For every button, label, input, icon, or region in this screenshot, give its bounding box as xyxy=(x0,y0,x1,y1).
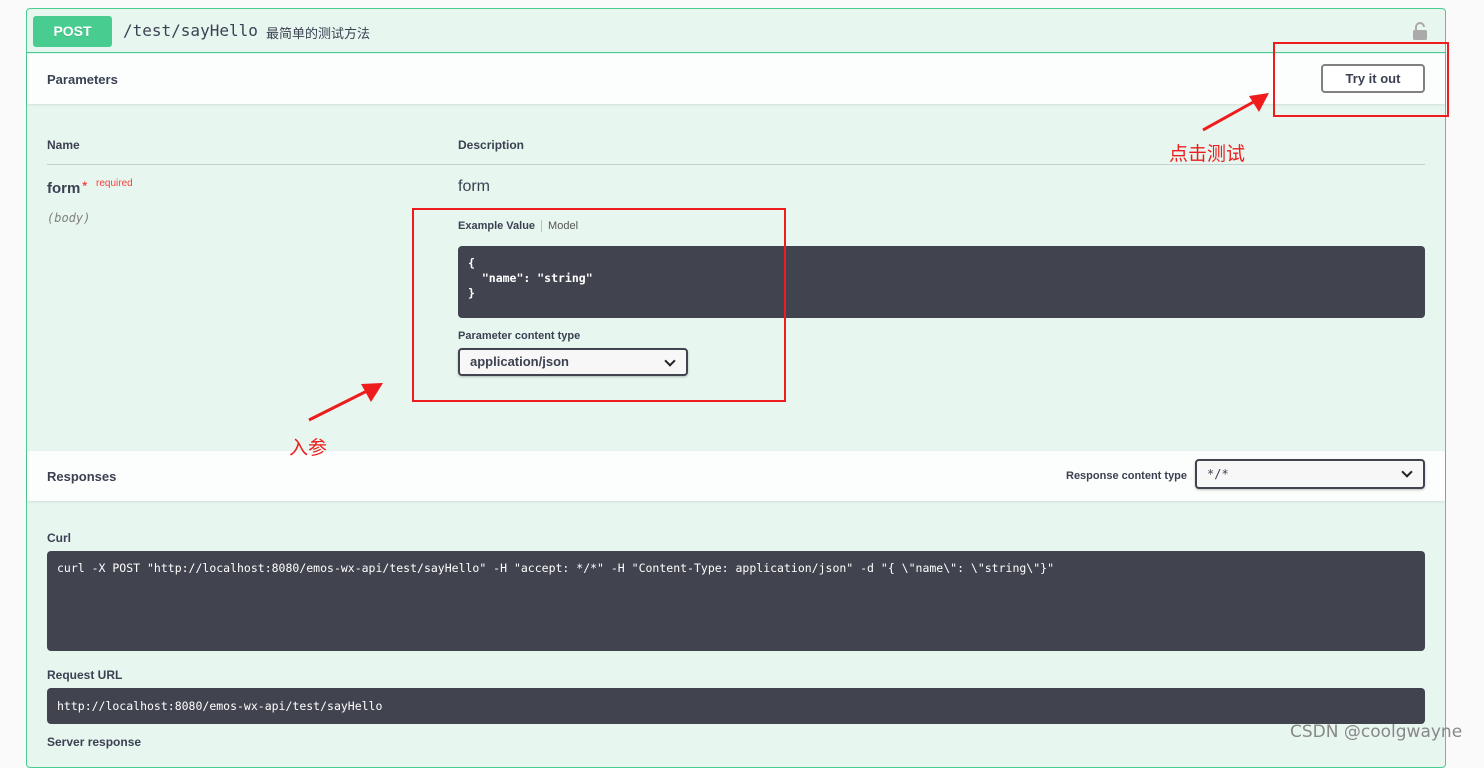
chevron-down-icon xyxy=(1401,466,1413,478)
operation-summary[interactable]: POST /test/sayHello 最简单的测试方法 xyxy=(27,9,1445,53)
request-url-label: Request URL xyxy=(47,668,123,682)
response-content-type-label: Response content type xyxy=(1066,470,1188,482)
annotation-arrow-try xyxy=(1202,93,1269,132)
lock-icon[interactable] xyxy=(1412,21,1428,41)
server-response-label: Server response xyxy=(47,735,142,749)
response-content-type-value: */* xyxy=(1207,467,1229,481)
parameters-title: Parameters xyxy=(47,72,118,87)
request-url-code: http://localhost:8080/emos-wx-api/test/s… xyxy=(47,688,1425,724)
operation-description: 最简单的测试方法 xyxy=(266,26,371,41)
operation-path: /test/sayHello xyxy=(123,21,258,40)
column-header-description: Description xyxy=(458,138,525,152)
method-badge: POST xyxy=(33,16,112,47)
annotation-arrow-input xyxy=(308,383,383,422)
curl-label: Curl xyxy=(47,531,71,545)
required-label: required xyxy=(96,178,133,189)
parameter-in: (body) xyxy=(47,211,91,225)
annotation-label-try: 点击测试 xyxy=(1169,143,1246,165)
parameter-name-text: form xyxy=(47,180,81,197)
response-content-type-select[interactable]: */* xyxy=(1195,459,1425,489)
parameter-name: form * xyxy=(47,179,88,197)
required-asterisk: * xyxy=(82,179,88,193)
responses-header: Responses Response content type */* xyxy=(27,451,1445,501)
responses-title: Responses xyxy=(47,469,117,484)
column-header-name: Name xyxy=(47,138,80,152)
annotation-box-example-value xyxy=(412,208,786,402)
curl-code: curl -X POST "http://localhost:8080/emos… xyxy=(47,551,1425,651)
annotation-label-input: 入参 xyxy=(289,437,328,459)
parameter-description: form xyxy=(458,178,490,195)
annotation-box-try-it-out xyxy=(1273,42,1449,117)
watermark: CSDN @coolgwayne xyxy=(1290,722,1463,742)
